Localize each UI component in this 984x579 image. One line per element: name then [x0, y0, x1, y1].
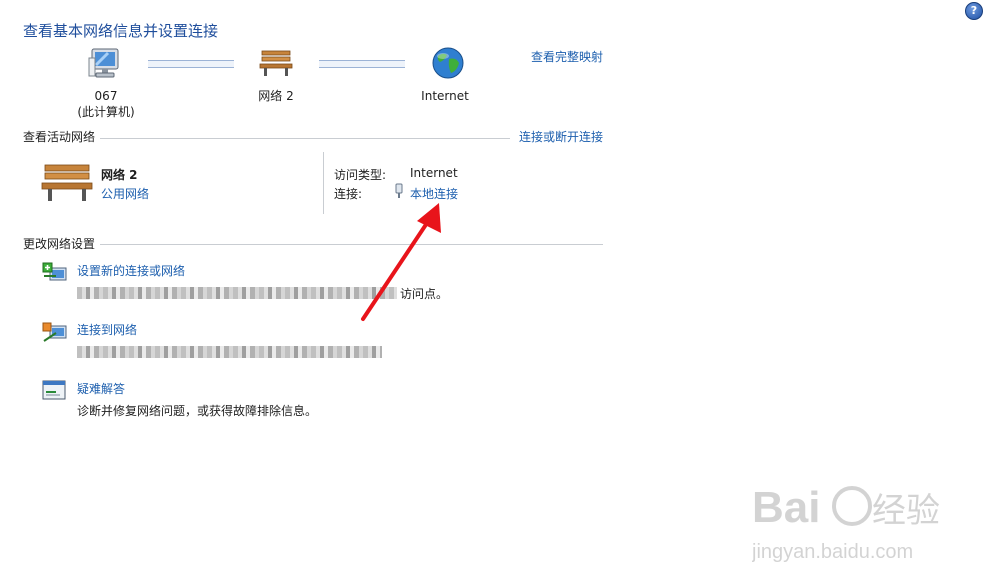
troubleshoot-link[interactable]: 疑难解答	[77, 380, 125, 397]
active-networks-heading: 查看活动网络	[23, 130, 96, 144]
connect-disconnect-link[interactable]: 连接或断开连接	[519, 128, 603, 145]
troubleshoot-desc: 诊断并修复网络问题，或获得故障排除信息。	[77, 404, 318, 418]
help-icon[interactable]: ?	[965, 2, 983, 20]
active-network-name: 网络 2	[101, 168, 138, 182]
page-title: 查看基本网络信息并设置连接	[23, 22, 219, 40]
redacted-text	[77, 287, 397, 299]
bench-icon	[40, 162, 94, 202]
section-divider	[100, 138, 510, 139]
internet-name: Internet	[421, 89, 469, 103]
computer-icon[interactable]	[88, 46, 122, 80]
section-divider	[100, 244, 603, 245]
connector-line	[148, 60, 234, 68]
network-name: 网络 2	[258, 89, 294, 103]
access-type-value: Internet	[410, 166, 458, 180]
globe-icon[interactable]	[431, 46, 465, 80]
annotation-arrow	[361, 203, 441, 321]
computer-name: 067	[94, 89, 118, 103]
svg-text:经验: 经验	[872, 491, 940, 531]
troubleshoot-icon	[42, 380, 66, 402]
svg-text:jingyan.baidu.com: jingyan.baidu.com	[752, 541, 913, 563]
bench-icon[interactable]	[259, 48, 293, 78]
connector-line	[319, 60, 405, 68]
baidu-watermark-logo: Bai 经验 jingyan.baidu.com	[752, 483, 940, 563]
connect-to-network-link[interactable]: 连接到网络	[77, 321, 137, 338]
redacted-text	[77, 346, 382, 358]
network-type-link[interactable]: 公用网络	[101, 185, 149, 202]
change-settings-heading: 更改网络设置	[23, 237, 96, 251]
setup-connection-link[interactable]: 设置新的连接或网络	[77, 262, 185, 279]
svg-text:Bai: Bai	[752, 483, 820, 532]
vertical-divider	[323, 152, 324, 214]
new-connection-icon	[42, 262, 68, 286]
connect-network-icon	[42, 321, 68, 345]
computer-subtitle: (此计算机)	[77, 105, 135, 119]
access-type-label: 访问类型:	[334, 168, 387, 182]
view-full-map-link[interactable]: 查看完整映射	[531, 48, 603, 65]
